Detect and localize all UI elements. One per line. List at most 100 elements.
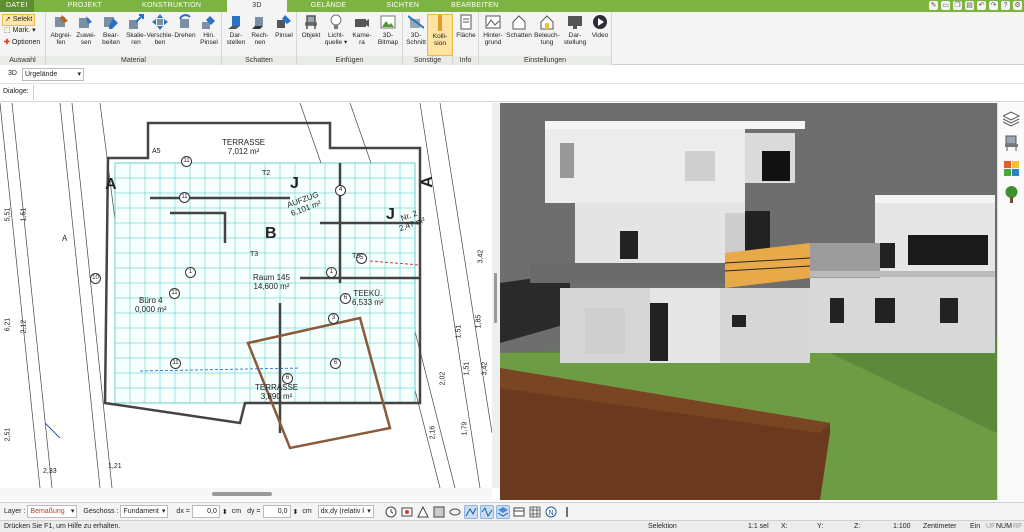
schatten-settings-button[interactable]: Schatten [505, 14, 533, 39]
ortho-icon[interactable] [560, 505, 574, 519]
zuweisen-button[interactable]: Zuwei-sen [73, 14, 99, 46]
menu-tab-konstruktion[interactable]: KONSTRUKTION [136, 0, 207, 12]
floor-plan-view[interactable]: TERRASSE 7,012 m² AUFZUG 6,101 m² Nr. 2 2,4… [0, 103, 492, 488]
clock-icon[interactable] [384, 505, 398, 519]
record-icon[interactable] [400, 505, 414, 519]
material-palette-icon[interactable] [1003, 160, 1020, 177]
optionen-button[interactable]: ✚ Optionen [2, 38, 42, 48]
plan-marker: 1 [326, 267, 337, 278]
dimension-label: 2,16 [429, 425, 437, 440]
chair-catalog-icon[interactable] [1003, 135, 1020, 152]
flaeche-button[interactable]: Fläche [453, 14, 479, 39]
pinsel-button[interactable]: Pinsel [271, 14, 297, 39]
status-uf: UF [986, 523, 996, 530]
menu-tab-projekt[interactable]: PROJEKT [62, 0, 108, 12]
stack-icon[interactable] [495, 504, 510, 519]
kamera-label-1: Kame- [352, 32, 372, 39]
bearbeiten-button[interactable]: Bear-beiten [98, 14, 124, 46]
menu-tab-datei[interactable]: DATEI [0, 0, 34, 12]
ribbon-group-label-einstellungen: Einstellungen [479, 56, 611, 65]
layers-icon[interactable] [1001, 110, 1021, 127]
hin-pinsel-label-1: Hin. [203, 32, 215, 39]
mark-label: Mark. [12, 27, 31, 34]
view-splitter[interactable] [492, 103, 500, 488]
plan-marker: 6 [282, 373, 293, 384]
redo-icon[interactable]: ↷ [989, 1, 998, 10]
undo-icon[interactable]: ↶ [977, 1, 986, 10]
3d-schnitt-button[interactable]: 3D- Schnitt [403, 14, 429, 46]
room-label-terrasse-top[interactable]: TERRASSE 7,012 m² [222, 138, 265, 156]
pen-icon[interactable]: ✎ [929, 1, 938, 10]
menu-tab-bearbeiten[interactable]: BEARBEITEN [445, 0, 504, 12]
zuweisen-label-2: sen [80, 39, 92, 46]
section-marker: B [265, 225, 277, 242]
tree-icon[interactable] [1003, 186, 1020, 203]
north-icon[interactable]: N [544, 505, 558, 519]
menu-tab-sichten[interactable]: SICHTEN [380, 0, 425, 12]
kamera-button[interactable]: Kame-ra [349, 14, 375, 46]
window-controls: ✎ ▭ ❐ ▤ ↶ ↷ ? ⚙ [929, 1, 1022, 10]
coordinate-mode-select[interactable]: dx,dy (relativ ka ▾ [317, 505, 374, 518]
terrain-select[interactable]: Urgelände ▾ [22, 68, 84, 81]
status-unit: Zentimeter [923, 523, 957, 530]
room-label-terrasse-bottom[interactable]: TERRASSE 3,890 m² [255, 383, 298, 401]
dy-input[interactable]: 0,0 [262, 505, 291, 518]
scrollbar-thumb[interactable] [212, 492, 272, 496]
settings-icon[interactable]: ⚙ [1013, 1, 1022, 10]
snap-icon[interactable] [416, 505, 430, 519]
selekt-button[interactable]: ➚ Selekt [2, 14, 36, 26]
abgreifen-button[interactable]: Abgrei-fen [48, 14, 74, 46]
dialog-row: Dialoge: [0, 84, 1024, 102]
plus-icon: ✚ [4, 39, 10, 46]
darstellung-button[interactable]: Dar-stellung [561, 14, 589, 46]
menu-tab-gelaende[interactable]: GELÄNDE [305, 0, 353, 12]
hin-pinsel-button[interactable]: Hin. Pinsel [196, 14, 222, 46]
darstellen-button[interactable]: Dar-stellen [223, 14, 249, 46]
verschieben-button[interactable]: Verschie-ben [145, 14, 175, 46]
mark-button[interactable]: ⬚ Mark. ▾ [2, 26, 38, 36]
3d-view[interactable] [500, 103, 997, 500]
skalieren-label-2: ren [131, 39, 141, 46]
room-label-buero4[interactable]: Büro 4 0,000 m² [135, 296, 167, 314]
bearbeiten-label-1: Bear- [103, 32, 119, 39]
video-button[interactable]: Video [587, 14, 613, 39]
room-label-raum145[interactable]: Raum 145 14,600 m² [253, 273, 290, 291]
help-icon[interactable]: ? [1001, 1, 1010, 10]
window-icon[interactable]: ▭ [941, 1, 950, 10]
room-label-teekueche[interactable]: TEEKÜ. 6,533 m² [352, 289, 384, 307]
layer-toggle-icon[interactable] [432, 505, 446, 519]
geschoss-select[interactable]: Fundament ▾ [120, 505, 169, 518]
menu-tab-3d[interactable]: 3D [227, 0, 287, 12]
rechnen-button[interactable]: Rech-nen [247, 14, 273, 46]
room-area: 3,890 m² [260, 392, 293, 401]
lasso-icon[interactable] [448, 505, 462, 519]
section-icon [407, 14, 425, 30]
ribbon-group-label-info: Info [453, 56, 478, 65]
play-icon [592, 14, 608, 30]
grid-icon[interactable] [528, 505, 542, 519]
kollision-button[interactable]: Kolli-sion [427, 14, 453, 56]
zuweisen-label-1: Zuwei- [76, 32, 96, 39]
dy-spinner-icon[interactable]: ⬍ [293, 508, 299, 516]
room-name: TERRASSE [222, 138, 266, 147]
room-name: Raum 145 [253, 273, 290, 282]
polyline-icon[interactable] [463, 504, 478, 519]
drehen-button[interactable]: Drehen [172, 14, 198, 39]
scale-icon [128, 14, 144, 30]
plan-horizontal-scrollbar[interactable] [0, 488, 492, 500]
splitter-handle[interactable] [494, 273, 497, 323]
table-icon[interactable] [512, 505, 526, 519]
kollision-label-1: Kolli- [432, 33, 448, 40]
save-icon[interactable]: ▤ [965, 1, 974, 10]
objekt-button[interactable]: Objekt [298, 14, 324, 39]
beleuchtung-button[interactable]: Beleuch-tung [533, 14, 561, 46]
plan-marker: 11 [179, 192, 190, 203]
screens-icon[interactable]: ❐ [953, 1, 962, 10]
dx-spinner-icon[interactable]: ⬍ [222, 508, 228, 516]
zigzag-icon[interactable] [479, 504, 494, 519]
lichtquelle-button[interactable]: Licht-quelle ▾ [323, 14, 349, 46]
hintergrund-button[interactable]: Hinter-grund [480, 14, 506, 46]
dx-input[interactable]: 0,0 [191, 505, 220, 518]
bitmap-button[interactable]: 3D- Bitmap [375, 14, 401, 46]
layer-select[interactable]: Bemaßung ▾ [27, 505, 78, 518]
